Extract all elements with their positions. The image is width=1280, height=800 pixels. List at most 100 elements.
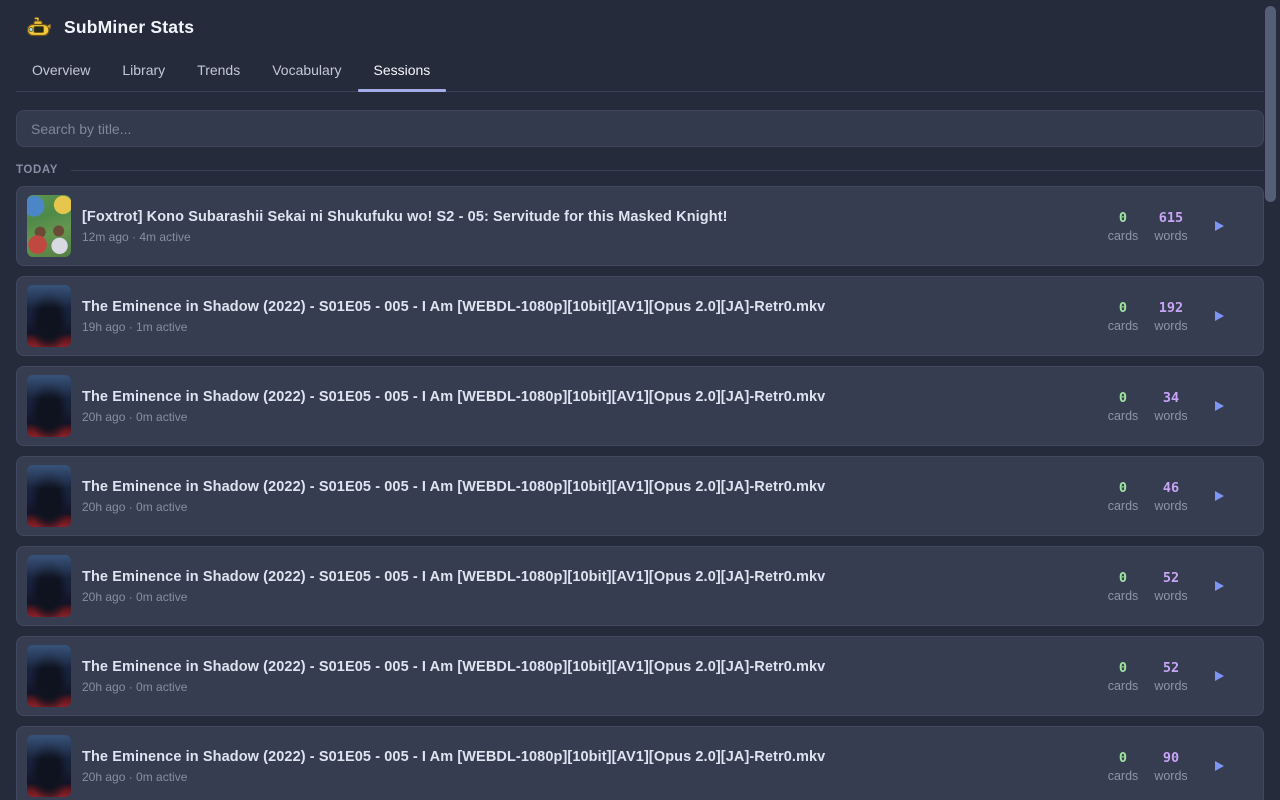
cards-count: 0 [1099, 750, 1147, 766]
play-button[interactable] [1213, 760, 1225, 772]
session-stats: 0 cards 90 words [1099, 750, 1263, 783]
section-divider [71, 170, 1264, 171]
words-stat: 34 words [1147, 390, 1195, 423]
session-stats: 0 cards 34 words [1099, 390, 1263, 423]
session-title: The Eminence in Shadow (2022) - S01E05 -… [82, 569, 1089, 585]
play-icon [1215, 221, 1224, 231]
cards-count: 0 [1099, 390, 1147, 406]
session-thumbnail [27, 735, 71, 797]
session-text: The Eminence in Shadow (2022) - S01E05 -… [82, 299, 1099, 334]
session-text: The Eminence in Shadow (2022) - S01E05 -… [82, 389, 1099, 424]
words-count: 90 [1147, 750, 1195, 766]
play-button[interactable] [1213, 490, 1225, 502]
words-label: words [1147, 319, 1195, 333]
search-bar [16, 110, 1264, 147]
session-stats: 0 cards 615 words [1099, 210, 1263, 243]
session-meta: 20h ago · 0m active [82, 410, 1089, 424]
session-title: The Eminence in Shadow (2022) - S01E05 -… [82, 659, 1089, 675]
cards-stat: 0 cards [1099, 210, 1147, 243]
session-stats: 0 cards 52 words [1099, 570, 1263, 603]
session-thumbnail [27, 375, 71, 437]
play-icon [1215, 581, 1224, 591]
cards-label: cards [1099, 769, 1147, 783]
section-header-today: TODAY [16, 164, 1264, 176]
words-stat: 192 words [1147, 300, 1195, 333]
words-stat: 52 words [1147, 660, 1195, 693]
cards-count: 0 [1099, 480, 1147, 496]
session-text: The Eminence in Shadow (2022) - S01E05 -… [82, 569, 1099, 604]
app-header: SubMiner Stats [0, 0, 1280, 42]
session-meta: 20h ago · 0m active [82, 770, 1089, 784]
session-card[interactable]: The Eminence in Shadow (2022) - S01E05 -… [16, 546, 1264, 626]
session-list: [Foxtrot] Kono Subarashii Sekai ni Shuku… [16, 186, 1264, 800]
session-card[interactable]: The Eminence in Shadow (2022) - S01E05 -… [16, 276, 1264, 356]
session-card[interactable]: The Eminence in Shadow (2022) - S01E05 -… [16, 456, 1264, 536]
session-text: The Eminence in Shadow (2022) - S01E05 -… [82, 659, 1099, 694]
play-icon [1215, 491, 1224, 501]
session-title: The Eminence in Shadow (2022) - S01E05 -… [82, 389, 1089, 405]
page-title: SubMiner Stats [64, 17, 194, 38]
cards-stat: 0 cards [1099, 570, 1147, 603]
words-count: 192 [1147, 300, 1195, 316]
cards-count: 0 [1099, 570, 1147, 586]
session-title: [Foxtrot] Kono Subarashii Sekai ni Shuku… [82, 209, 1089, 225]
session-title: The Eminence in Shadow (2022) - S01E05 -… [82, 479, 1089, 495]
cards-count: 0 [1099, 300, 1147, 316]
session-stats: 0 cards 52 words [1099, 660, 1263, 693]
tab-vocabulary[interactable]: Vocabulary [256, 52, 357, 91]
cards-count: 0 [1099, 210, 1147, 226]
play-button[interactable] [1213, 310, 1225, 322]
session-thumbnail [27, 645, 71, 707]
search-input[interactable] [16, 110, 1264, 147]
session-meta: 19h ago · 1m active [82, 320, 1089, 334]
session-thumbnail [27, 555, 71, 617]
cards-label: cards [1099, 589, 1147, 603]
scrollbar-thumb[interactable] [1265, 6, 1276, 202]
tab-overview[interactable]: Overview [16, 52, 106, 91]
session-title: The Eminence in Shadow (2022) - S01E05 -… [82, 299, 1089, 315]
cards-label: cards [1099, 409, 1147, 423]
tab-library[interactable]: Library [106, 52, 181, 91]
cards-stat: 0 cards [1099, 300, 1147, 333]
play-icon [1215, 671, 1224, 681]
session-meta: 20h ago · 0m active [82, 590, 1089, 604]
words-label: words [1147, 589, 1195, 603]
play-icon [1215, 311, 1224, 321]
session-thumbnail [27, 195, 71, 257]
session-card[interactable]: [Foxtrot] Kono Subarashii Sekai ni Shuku… [16, 186, 1264, 266]
tab-trends[interactable]: Trends [181, 52, 256, 91]
submarine-icon [26, 17, 51, 39]
play-button[interactable] [1213, 670, 1225, 682]
words-count: 46 [1147, 480, 1195, 496]
play-icon [1215, 761, 1224, 771]
cards-label: cards [1099, 229, 1147, 243]
session-card[interactable]: The Eminence in Shadow (2022) - S01E05 -… [16, 366, 1264, 446]
session-meta: 12m ago · 4m active [82, 230, 1089, 244]
play-icon [1215, 401, 1224, 411]
session-stats: 0 cards 46 words [1099, 480, 1263, 513]
cards-count: 0 [1099, 660, 1147, 676]
session-meta: 20h ago · 0m active [82, 680, 1089, 694]
words-count: 52 [1147, 570, 1195, 586]
words-label: words [1147, 229, 1195, 243]
session-card[interactable]: The Eminence in Shadow (2022) - S01E05 -… [16, 636, 1264, 716]
words-count: 34 [1147, 390, 1195, 406]
tab-sessions[interactable]: Sessions [358, 52, 447, 91]
words-label: words [1147, 769, 1195, 783]
words-stat: 46 words [1147, 480, 1195, 513]
cards-label: cards [1099, 319, 1147, 333]
words-stat: 52 words [1147, 570, 1195, 603]
cards-label: cards [1099, 679, 1147, 693]
play-button[interactable] [1213, 400, 1225, 412]
words-stat: 90 words [1147, 750, 1195, 783]
play-button[interactable] [1213, 220, 1225, 232]
words-label: words [1147, 409, 1195, 423]
session-thumbnail [27, 465, 71, 527]
session-card[interactable]: The Eminence in Shadow (2022) - S01E05 -… [16, 726, 1264, 800]
words-count: 615 [1147, 210, 1195, 226]
session-text: The Eminence in Shadow (2022) - S01E05 -… [82, 479, 1099, 514]
session-thumbnail [27, 285, 71, 347]
words-count: 52 [1147, 660, 1195, 676]
cards-stat: 0 cards [1099, 390, 1147, 423]
play-button[interactable] [1213, 580, 1225, 592]
